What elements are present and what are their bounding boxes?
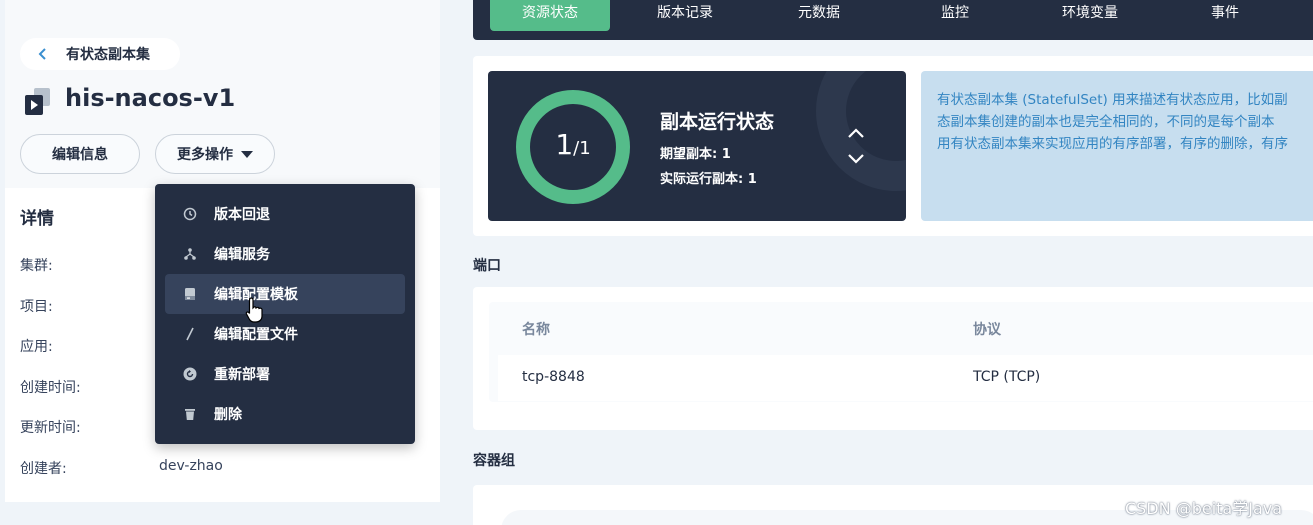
detail-label-creator: 创建者: bbox=[20, 461, 67, 477]
table-row bbox=[498, 355, 1313, 401]
description-line: 有状态副本集 (StatefulSet) 用来描述有状态应用，比如副 bbox=[937, 92, 1288, 108]
desired-replicas: 期望副本: 1 bbox=[660, 147, 731, 162]
back-button[interactable]: 有状态副本集 bbox=[20, 38, 180, 70]
detail-label-app: 应用: bbox=[20, 339, 53, 355]
description-line: 态副本集创建的副本也是完全相同的，不同的是每个副本 bbox=[937, 114, 1275, 130]
replica-running: 1 bbox=[555, 128, 574, 161]
edit-info-label: 编辑信息 bbox=[52, 147, 108, 163]
scale-arrows-icon[interactable] bbox=[846, 123, 866, 169]
ports-title: 端口 bbox=[473, 258, 501, 274]
tab-monitoring[interactable]: 监控 bbox=[903, 0, 1007, 30]
port-name-cell: tcp-8848 bbox=[522, 369, 585, 385]
menu-item-delete[interactable]: 删除 bbox=[165, 394, 405, 434]
edit-file-icon bbox=[186, 327, 194, 341]
detail-value-creator: dev-zhao bbox=[159, 458, 223, 474]
column-header-protocol: 协议 bbox=[973, 322, 1001, 338]
menu-item-edit-template[interactable]: 编辑配置模板 bbox=[165, 274, 405, 314]
detail-label-updated: 更新时间: bbox=[20, 420, 81, 436]
redeploy-icon bbox=[183, 367, 197, 381]
caret-down-icon bbox=[241, 150, 253, 158]
detail-label-cluster: 集群: bbox=[20, 258, 53, 274]
menu-label-redeploy: 重新部署 bbox=[214, 367, 270, 383]
tab-versions[interactable]: 版本记录 bbox=[633, 0, 737, 30]
template-icon bbox=[185, 288, 195, 300]
back-label: 有状态副本集 bbox=[66, 47, 150, 63]
replica-count: 1/1 bbox=[515, 128, 631, 161]
resource-name: his-nacos-v1 bbox=[65, 84, 236, 112]
actual-replicas: 实际运行副本: 1 bbox=[660, 172, 757, 187]
more-actions-button[interactable]: 更多操作 bbox=[155, 134, 275, 174]
tab-metadata[interactable]: 元数据 bbox=[770, 0, 868, 30]
menu-item-edit-service[interactable]: 编辑服务 bbox=[165, 234, 405, 274]
watermark: CSDN @beita学Java bbox=[1125, 499, 1283, 518]
tab-resource-status[interactable]: 资源状态 bbox=[490, 0, 610, 31]
detail-label-created: 创建时间: bbox=[20, 380, 81, 396]
menu-item-rollback[interactable]: 版本回退 bbox=[165, 194, 405, 234]
chevron-left-icon bbox=[38, 48, 46, 60]
replica-status-card: 1/1 副本运行状态 期望副本: 1 实际运行副本: 1 bbox=[488, 71, 906, 221]
history-icon bbox=[183, 207, 197, 221]
menu-label-delete: 删除 bbox=[214, 407, 242, 423]
replica-total: /1 bbox=[573, 138, 591, 159]
more-actions-menu: 版本回退 编辑服务 编辑配置模板 编辑配置文件 重新部署 删除 bbox=[155, 184, 415, 444]
pods-title: 容器组 bbox=[473, 453, 515, 469]
column-header-name: 名称 bbox=[522, 322, 550, 338]
menu-label-edit-service: 编辑服务 bbox=[214, 247, 270, 263]
menu-label-rollback: 版本回退 bbox=[214, 207, 270, 223]
tab-bar: 资源状态 版本记录 元数据 监控 环境变量 事件 bbox=[473, 0, 1313, 40]
edit-info-button[interactable]: 编辑信息 bbox=[20, 134, 140, 174]
description-line: 用有状态副本集来实现应用的有序部署，有序的删除，有序 bbox=[937, 136, 1288, 152]
statefulset-description: 有状态副本集 (StatefulSet) 用来描述有状态应用，比如副 态副本集创… bbox=[921, 71, 1313, 221]
tab-env-vars[interactable]: 环境变量 bbox=[1038, 0, 1142, 30]
port-protocol-cell: TCP (TCP) bbox=[973, 369, 1041, 385]
trash-icon bbox=[185, 409, 195, 420]
menu-item-edit-config[interactable]: 编辑配置文件 bbox=[165, 314, 405, 354]
statefulset-icon bbox=[25, 88, 50, 115]
menu-label-edit-config: 编辑配置文件 bbox=[214, 327, 298, 343]
details-title: 详情 bbox=[20, 209, 54, 229]
detail-label-project: 项目: bbox=[20, 299, 53, 315]
menu-item-redeploy[interactable]: 重新部署 bbox=[165, 354, 405, 394]
tab-events[interactable]: 事件 bbox=[1173, 0, 1277, 30]
replica-status-title: 副本运行状态 bbox=[660, 111, 775, 133]
service-icon bbox=[184, 248, 196, 260]
hand-cursor-icon bbox=[245, 297, 263, 323]
more-actions-label: 更多操作 bbox=[177, 147, 233, 163]
